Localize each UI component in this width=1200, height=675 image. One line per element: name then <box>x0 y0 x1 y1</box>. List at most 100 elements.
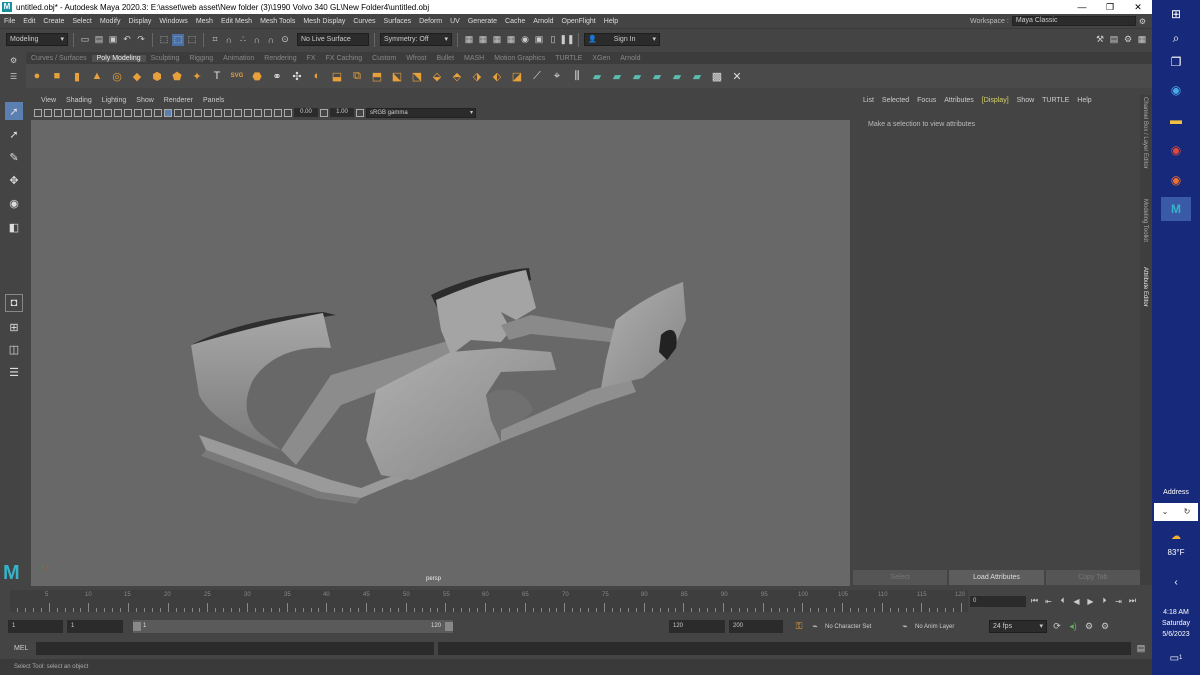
viewport-menu-renderer[interactable]: Renderer <box>159 97 198 104</box>
menu-surfaces[interactable]: Surfaces <box>380 18 416 25</box>
menu-openflight[interactable]: OpenFlight <box>558 18 600 25</box>
select-tool-icon[interactable]: ➚ <box>5 102 23 120</box>
svg-icon[interactable]: SVG <box>228 67 246 85</box>
animation-start-field[interactable]: 1 <box>8 620 63 633</box>
show-hidden-icons-icon[interactable]: ‹ <box>1166 572 1186 592</box>
shadows-icon[interactable] <box>204 108 212 117</box>
poly-cone-icon[interactable]: ▲ <box>88 67 106 85</box>
menu-display[interactable]: Display <box>124 18 155 25</box>
separate-icon[interactable]: ⚭ <box>268 67 286 85</box>
exposure-field[interactable]: 0.00 <box>294 108 318 117</box>
anim-layer-label[interactable]: No Anim Layer <box>915 624 985 630</box>
hypershade-icon[interactable]: ◉ <box>519 34 531 46</box>
resolution-gate-icon[interactable] <box>104 108 112 117</box>
snap-point-icon[interactable]: ∴ <box>237 34 249 46</box>
ambient-occlusion-icon[interactable] <box>214 108 222 117</box>
uv-spherical-icon[interactable]: ▰ <box>628 67 646 85</box>
ae-menu-list[interactable]: List <box>859 97 878 104</box>
outliner-icon[interactable]: ☰ <box>5 363 23 381</box>
shelf-tab-poly-modeling[interactable]: Poly Modeling <box>91 54 146 62</box>
uv-cut-icon[interactable]: ▰ <box>668 67 686 85</box>
menu-mesh[interactable]: Mesh <box>192 18 217 25</box>
menu-set-dropdown[interactable]: Modeling ▾ <box>6 33 68 46</box>
time-slider[interactable]: 5 10 15 20 25 30 35 40 45 50 55 60 65 70… <box>10 590 968 612</box>
color-space-dropdown[interactable]: sRGB gamma ▾ <box>366 107 476 118</box>
snap-curve-icon[interactable]: ∩ <box>223 34 235 46</box>
shelf-tab-rigging[interactable]: Rigging <box>184 55 218 62</box>
film-gate-icon[interactable] <box>94 108 102 117</box>
persp-outliner-layout-icon[interactable]: ◫ <box>5 340 23 358</box>
menu-select[interactable]: Select <box>68 18 95 25</box>
shelf-tab-custom[interactable]: Custom <box>367 55 401 62</box>
edge-browser-icon[interactable]: ◉ <box>1166 80 1186 100</box>
workspace-lock-icon[interactable]: ⚙ <box>1139 17 1146 26</box>
open-scene-icon[interactable]: ▤ <box>93 34 105 46</box>
render-view-icon[interactable]: ▦ <box>463 34 475 46</box>
menu-arnold[interactable]: Arnold <box>529 18 557 25</box>
snap-surface-icon[interactable]: ∩ <box>265 34 277 46</box>
platonic-solid-icon[interactable]: ⬟ <box>168 67 186 85</box>
extract-icon[interactable]: ⬓ <box>328 67 346 85</box>
image-plane-icon[interactable] <box>54 108 62 117</box>
shelf-tab-rendering[interactable]: Rendering <box>259 55 301 62</box>
poly-type-icon[interactable]: T <box>208 67 226 85</box>
menu-curves[interactable]: Curves <box>349 18 379 25</box>
ae-menu-selected[interactable]: Selected <box>878 97 913 104</box>
gamma-icon[interactable] <box>320 108 328 117</box>
command-input[interactable] <box>36 642 434 655</box>
x-ray-icon[interactable] <box>254 108 262 117</box>
viewport-menu-shading[interactable]: Shading <box>61 97 97 104</box>
loop-icon[interactable]: ⟳ <box>1051 621 1063 633</box>
step-back-key-icon[interactable]: ⇤ <box>1043 597 1054 606</box>
ae-load-attributes-button[interactable]: Load Attributes <box>949 570 1044 585</box>
shelf-tab-sculpting[interactable]: Sculpting <box>146 55 185 62</box>
fill-hole-icon[interactable]: ⬖ <box>488 67 506 85</box>
tool-settings-icon[interactable]: ⚙ <box>1122 33 1134 45</box>
remesh-icon[interactable]: ⬕ <box>388 67 406 85</box>
smooth-icon[interactable]: ✣ <box>288 67 306 85</box>
modeling-toolkit-icon[interactable]: ⚒ <box>1094 33 1106 45</box>
anim-prefs-icon[interactable]: ⚙ <box>1083 621 1095 633</box>
menu-modify[interactable]: Modify <box>96 18 125 25</box>
range-end-handle[interactable] <box>445 622 453 631</box>
safe-title-icon[interactable] <box>144 108 152 117</box>
range-slider[interactable]: 1 120 <box>133 620 453 633</box>
motion-blur-icon[interactable] <box>224 108 232 117</box>
notification-icon[interactable]: ▭ 1 <box>1166 648 1186 668</box>
grease-pencil-icon[interactable] <box>74 108 82 117</box>
color-management-icon[interactable] <box>356 108 364 117</box>
shelf-tab-wfrost[interactable]: Wfrost <box>401 55 431 62</box>
menu-deform[interactable]: Deform <box>415 18 446 25</box>
address-input[interactable]: ⌄ ↻ <box>1154 503 1198 521</box>
mirror-icon[interactable]: ⧉ <box>348 67 366 85</box>
menu-help[interactable]: Help <box>600 18 622 25</box>
playback-start-field[interactable]: 1 <box>67 620 123 633</box>
save-scene-icon[interactable]: ▣ <box>107 34 119 46</box>
character-set-label[interactable]: No Character Set <box>825 624 895 630</box>
undo-icon[interactable]: ↶ <box>121 34 133 46</box>
scale-tool-icon[interactable]: ◧ <box>5 218 23 236</box>
file-explorer-icon[interactable]: ▬ <box>1166 110 1186 130</box>
render-settings-icon[interactable]: ▦ <box>505 34 517 46</box>
range-start-handle[interactable] <box>133 622 141 631</box>
four-view-layout-icon[interactable]: ⊞ <box>5 318 23 336</box>
ipr-render-icon[interactable]: ▦ <box>491 34 503 46</box>
minimize-button[interactable]: — <box>1068 0 1096 14</box>
step-back-frame-icon[interactable]: ⏴ <box>1057 596 1068 606</box>
poly-disc-icon[interactable]: ⬢ <box>148 67 166 85</box>
poly-cylinder-icon[interactable]: ▮ <box>68 67 86 85</box>
bridge-icon[interactable]: ⬔ <box>408 67 426 85</box>
playback-prefs-icon[interactable]: ⚙ <box>1099 621 1111 633</box>
viewport-menu-panels[interactable]: Panels <box>198 97 229 104</box>
poly-cube-icon[interactable]: ■ <box>48 67 66 85</box>
paint-select-icon[interactable]: ✎ <box>5 148 23 166</box>
uv-checker-icon[interactable]: ▩ <box>708 67 726 85</box>
restore-button[interactable]: ❐ <box>1096 0 1124 14</box>
shelf-tab-bullet[interactable]: Bullet <box>432 55 460 62</box>
exposure-icon[interactable] <box>284 108 292 117</box>
system-clock[interactable]: 4:18 AM Saturday 5/6/2023 <box>1152 607 1200 640</box>
menu-edit-mesh[interactable]: Edit Mesh <box>217 18 256 25</box>
field-chart-icon[interactable] <box>124 108 132 117</box>
script-editor-icon[interactable]: ▤ <box>1135 643 1147 655</box>
shelf-tab-arnold[interactable]: Arnold <box>615 55 645 62</box>
